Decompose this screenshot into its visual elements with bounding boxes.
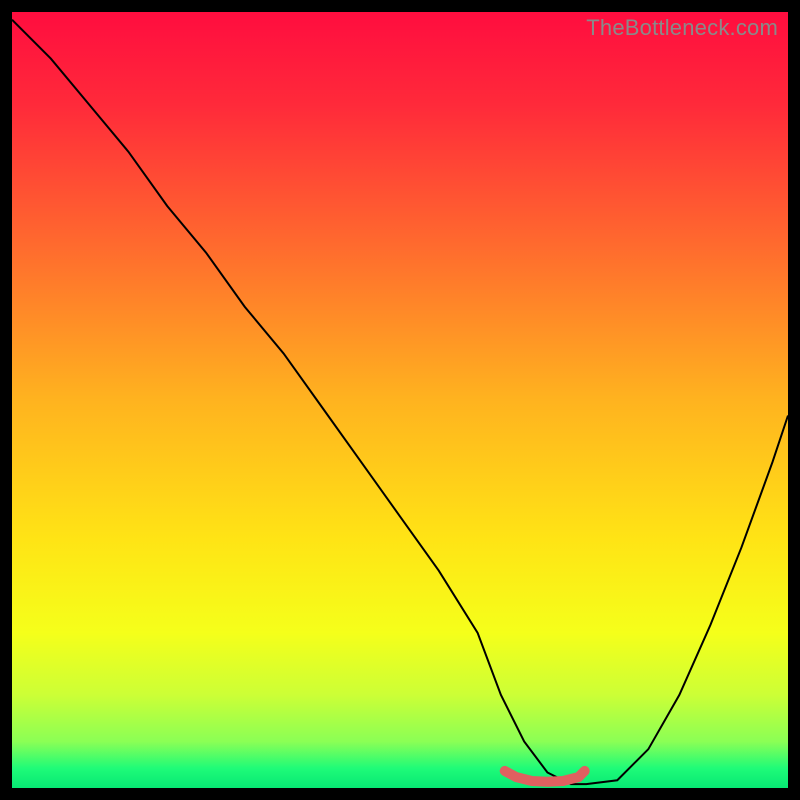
chart-frame: TheBottleneck.com — [0, 0, 800, 800]
plot-area: TheBottleneck.com — [12, 12, 788, 788]
bottleneck-curve — [12, 20, 788, 784]
chart-svg — [12, 12, 788, 788]
optimal-marker — [505, 771, 585, 782]
watermark-text: TheBottleneck.com — [586, 15, 778, 41]
